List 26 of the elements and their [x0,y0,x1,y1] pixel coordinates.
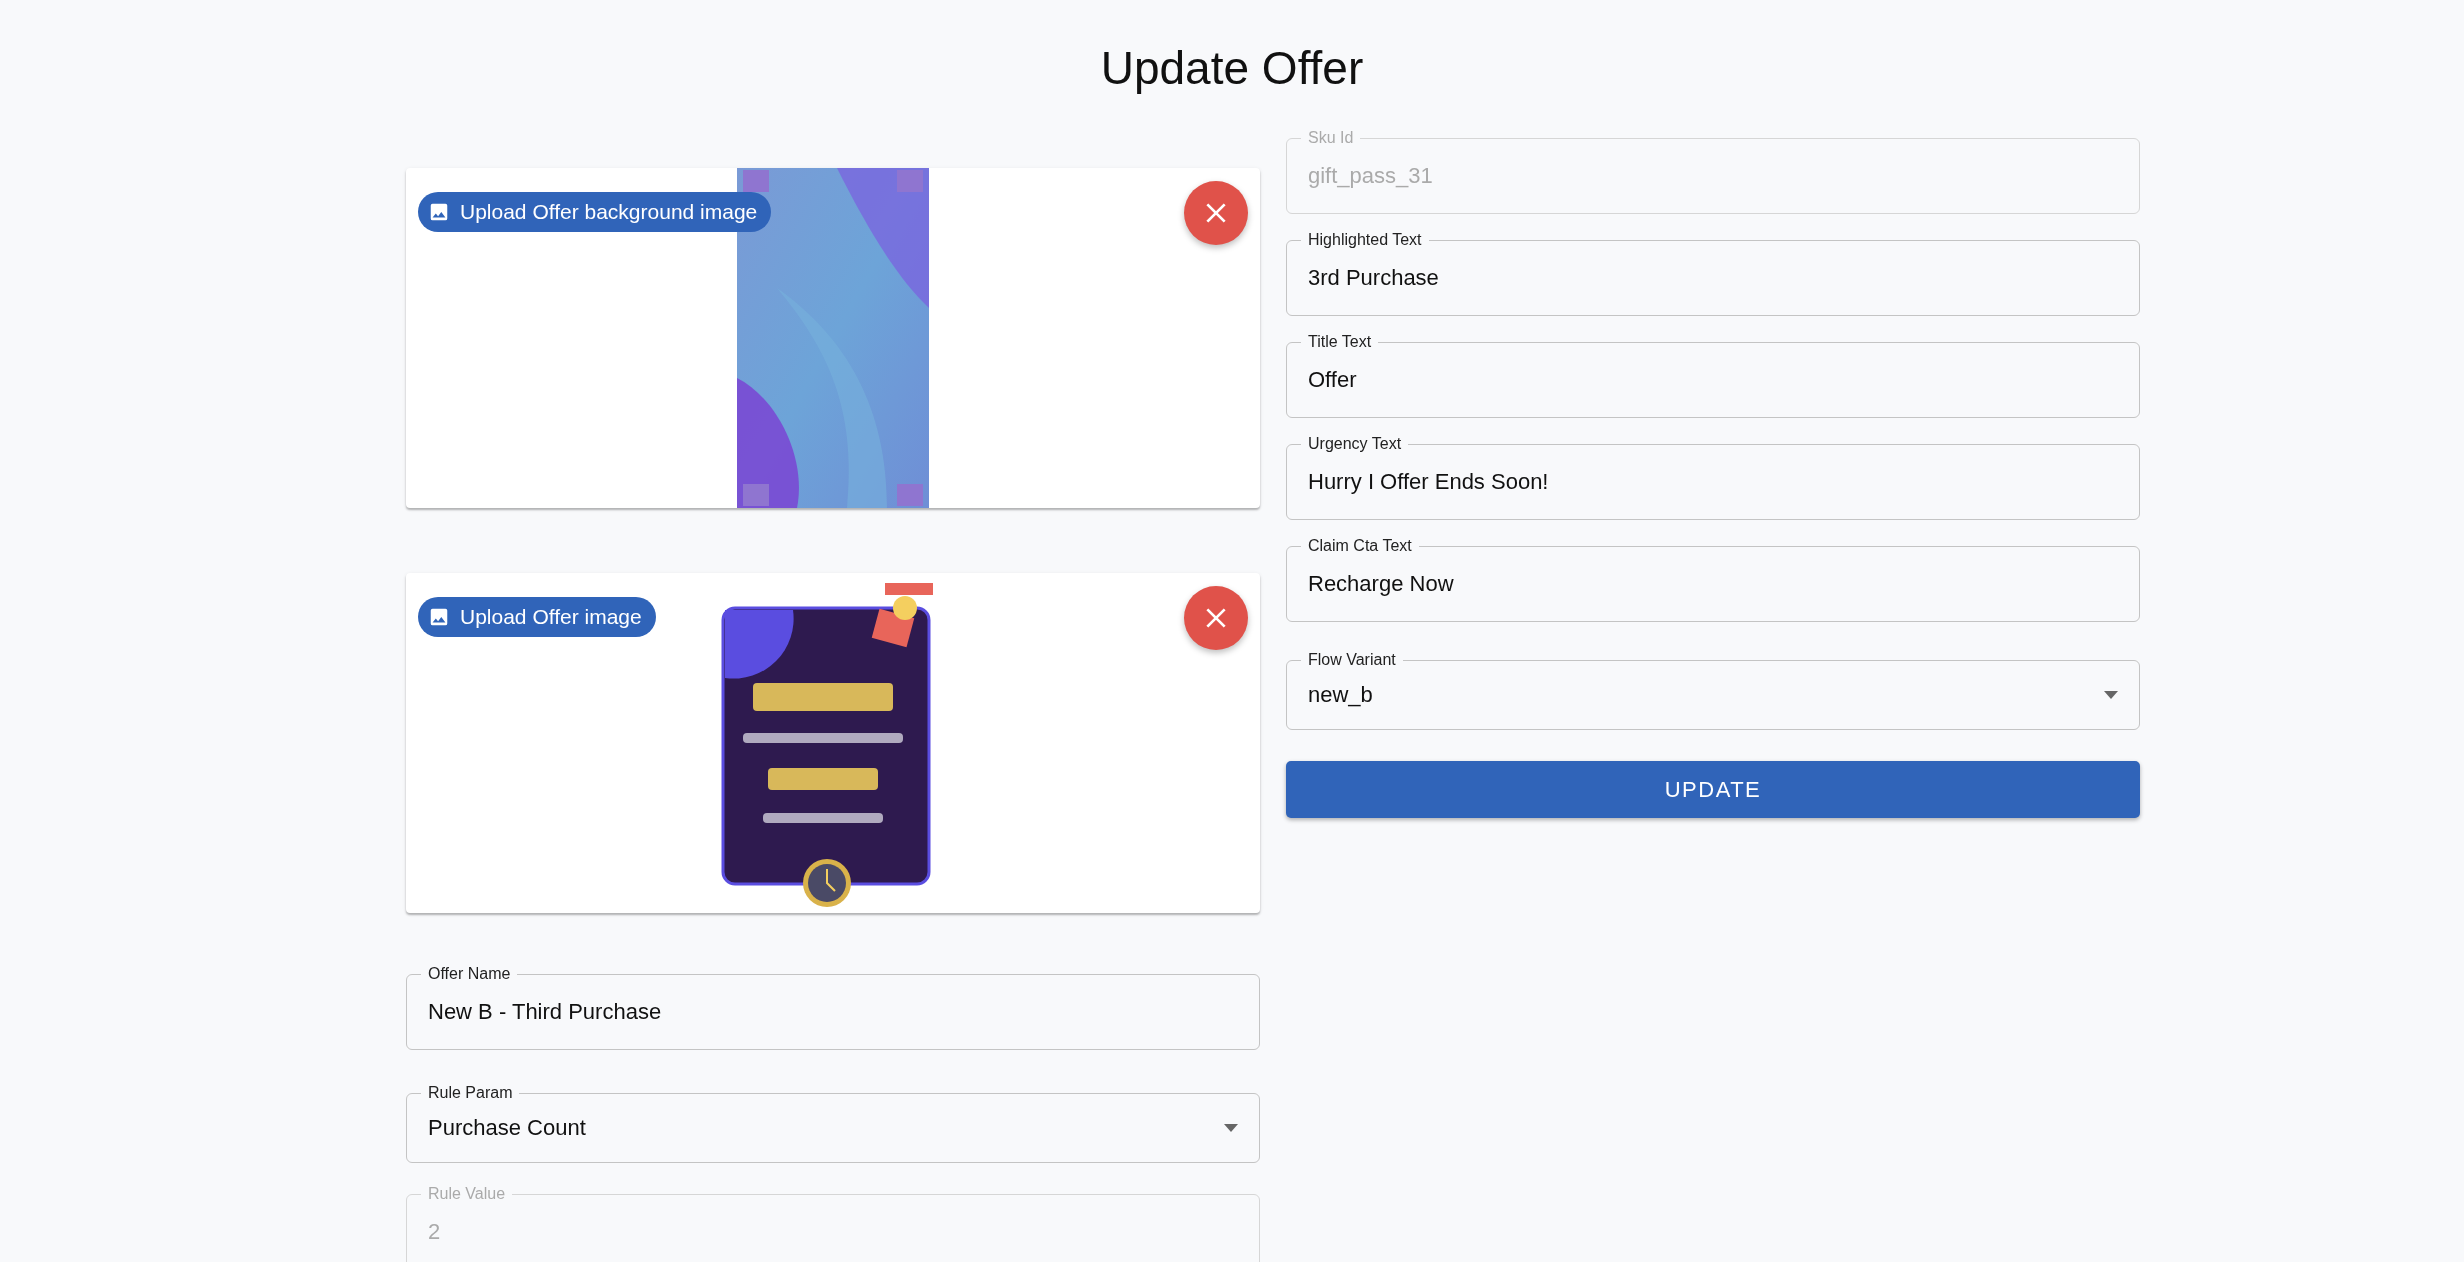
field-label: Flow Variant [1307,651,1397,669]
update-button[interactable]: UPDATE [1286,761,2140,818]
close-button[interactable] [1184,181,1248,245]
input-field[interactable]: Title Text Offer [1286,333,2140,418]
field-label: Offer Name [427,965,512,983]
upload-button[interactable]: Upload Offer background image [418,192,772,232]
upload-button[interactable]: Upload Offer image [418,597,656,637]
input-field[interactable]: Offer Name New B - Third Purchase [406,965,1260,1050]
caret-icon [1224,1124,1238,1132]
caret-icon [2104,691,2118,699]
field-label: Rule Value [427,1185,507,1203]
image-icon [428,606,450,628]
field-label: Sku Id [1307,129,1355,147]
field-label: Rule Param [427,1084,514,1102]
input-field[interactable]: Highlighted Text 3rd Purchase [1286,231,2140,316]
field-label: Claim Cta Text [1307,537,1413,555]
page-title: Update Offer [1100,41,1364,96]
input-field[interactable]: Claim Cta Text Recharge Now [1286,537,2140,622]
select-field[interactable]: Flow Variant new_b [1286,651,2140,730]
close-button[interactable] [1184,586,1248,650]
field-label: Title Text [1307,333,1373,351]
field-label: Highlighted Text [1307,231,1423,249]
select-field[interactable]: Rule Param Purchase Count [406,1084,1260,1163]
image-icon [428,201,450,223]
field-label: Urgency Text [1307,435,1403,453]
input-field[interactable]: Urgency Text Hurry I Offer Ends Soon! [1286,435,2140,520]
